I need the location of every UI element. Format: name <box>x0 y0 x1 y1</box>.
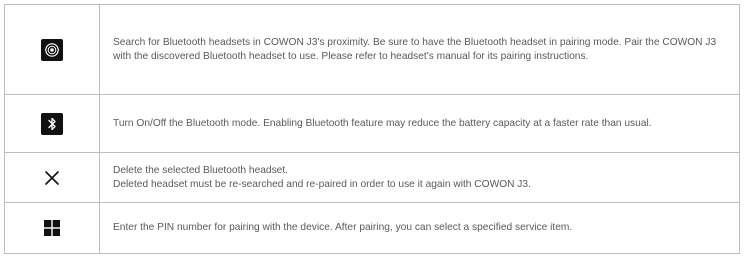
description-cell: Search for Bluetooth headsets in COWON J… <box>99 4 740 95</box>
grid-icon <box>41 217 63 239</box>
icon-cell <box>4 152 100 203</box>
icon-cell <box>4 4 100 95</box>
description-text: Delete the selected Bluetooth headset. <box>113 164 289 176</box>
description-text: Turn On/Off the Bluetooth mode. Enabling… <box>113 117 652 129</box>
description-cell: Turn On/Off the Bluetooth mode. Enabling… <box>99 94 740 153</box>
search-target-icon <box>41 38 63 61</box>
icon-cell <box>4 202 100 254</box>
description-text: Deleted headset must be re-searched and … <box>113 178 531 190</box>
icon-cell <box>4 94 100 153</box>
table-row: Turn On/Off the Bluetooth mode. Enabling… <box>4 94 740 153</box>
bluetooth-icon <box>41 112 63 135</box>
description-text: Search for Bluetooth headsets in COWON J… <box>113 36 717 62</box>
description-cell: Enter the PIN number for pairing with th… <box>99 202 740 254</box>
close-icon <box>41 167 63 189</box>
description-cell: Delete the selected Bluetooth headset. D… <box>99 152 740 203</box>
feature-table: Search for Bluetooth headsets in COWON J… <box>4 4 740 254</box>
description-text: Enter the PIN number for pairing with th… <box>113 222 573 233</box>
table-row: Search for Bluetooth headsets in COWON J… <box>4 4 740 95</box>
table-row: Enter the PIN number for pairing with th… <box>4 202 740 254</box>
table-row: Delete the selected Bluetooth headset. D… <box>4 152 740 203</box>
